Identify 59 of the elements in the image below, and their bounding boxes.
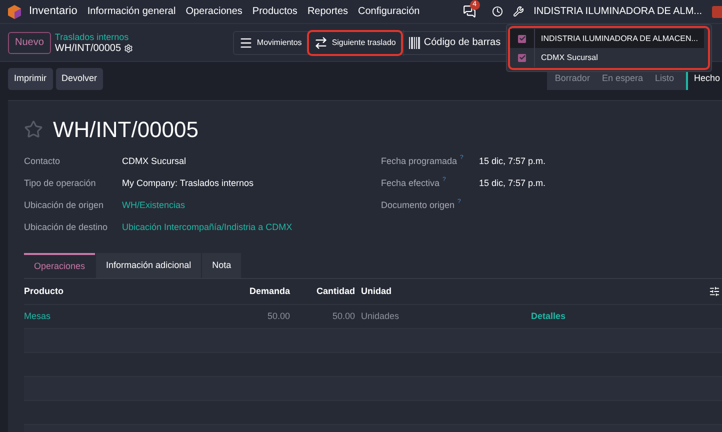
table-cell-text: Unidades	[361, 310, 400, 323]
field-label: Fecha programada	[381, 155, 458, 168]
field-value[interactable]: Ubicación Intercompañía/Indistria a CDMX	[122, 221, 292, 235]
field-label: Tipo de operación	[24, 177, 97, 190]
details-link[interactable]: Detalles	[531, 310, 566, 324]
menu-item[interactable]: Configuración	[358, 4, 420, 19]
column-settings-icon[interactable]	[709, 286, 720, 297]
chat-icon[interactable]	[462, 5, 476, 18]
menu-item[interactable]: Productos	[252, 4, 298, 19]
record-title: WH/INT/00005	[53, 116, 198, 144]
record-name: WH/INT/00005	[54, 42, 122, 54]
field-value: CDMX Sucursal	[122, 155, 186, 168]
tab[interactable]: Información adicional	[96, 253, 202, 278]
field-label: Contacto	[24, 155, 62, 168]
menu-item[interactable]: Operaciones	[186, 4, 242, 19]
app-title[interactable]: Inventario	[29, 3, 78, 20]
company-name: CDMX Sucursal	[541, 52, 598, 64]
action-button[interactable]: Imprimir	[8, 68, 52, 90]
cube-logo-icon	[8, 4, 21, 18]
new-button[interactable]: Nuevo	[8, 32, 51, 54]
field-label: Fecha efectiva	[381, 177, 440, 190]
field-value[interactable]: WH/Existencias	[122, 199, 186, 213]
status-step[interactable]: En espera	[602, 68, 643, 90]
product-link[interactable]: Mesas	[24, 310, 204, 324]
table-cell-text: 50.00	[266, 310, 290, 323]
field-label: Ubicación de origen	[24, 199, 105, 212]
field-value: My Company: Traslados internos	[122, 177, 254, 190]
checkbox[interactable]	[518, 54, 526, 62]
smart-button[interactable]: Siguiente traslado	[306, 30, 403, 56]
column-header[interactable]: Unidad	[361, 284, 392, 298]
smart-button[interactable]: Movimientos	[234, 30, 307, 56]
company-option[interactable]: INDISTRIA ILUMINADORA DE ALMACEN...	[510, 29, 704, 48]
field-value: 15 dic, 7:57 p.m.	[479, 177, 546, 190]
clock-icon[interactable]	[492, 6, 503, 17]
tab[interactable]: Nota	[202, 253, 242, 278]
action-button[interactable]: Devolver	[56, 68, 104, 90]
column-header[interactable]: Demanda	[204, 284, 290, 298]
breadcrumb-link[interactable]: Traslados internos	[54, 32, 233, 42]
field-label: Documento origen	[381, 199, 455, 212]
field-label: Ubicación de destino	[24, 221, 109, 234]
company-switcher[interactable]: INDISTRIA ILUMINADORA DE ALM...	[534, 4, 702, 19]
company-option[interactable]: CDMX Sucursal	[510, 48, 704, 67]
arrows-icon	[314, 36, 328, 50]
column-header[interactable]: Producto	[24, 284, 204, 298]
status-step[interactable]: Listo	[654, 68, 674, 90]
barcode-icon	[408, 36, 420, 48]
column-header[interactable]: Cantidad	[290, 284, 355, 298]
field-value: 15 dic, 7:57 p.m.	[479, 155, 546, 168]
menu-icon	[238, 36, 253, 50]
status-step[interactable]: Borrador	[554, 68, 590, 90]
star-icon[interactable]	[24, 120, 43, 138]
settings-icon[interactable]	[124, 44, 134, 52]
menu-item[interactable]: Reportes	[307, 4, 348, 19]
table-cell-text: 50.00	[331, 310, 355, 323]
tools-icon[interactable]	[512, 6, 524, 17]
menu-item[interactable]: Información general	[87, 4, 176, 19]
avatar-icon[interactable]	[712, 6, 722, 18]
checkbox[interactable]	[518, 34, 526, 42]
company-name: INDISTRIA ILUMINADORA DE ALMACEN...	[541, 32, 698, 44]
